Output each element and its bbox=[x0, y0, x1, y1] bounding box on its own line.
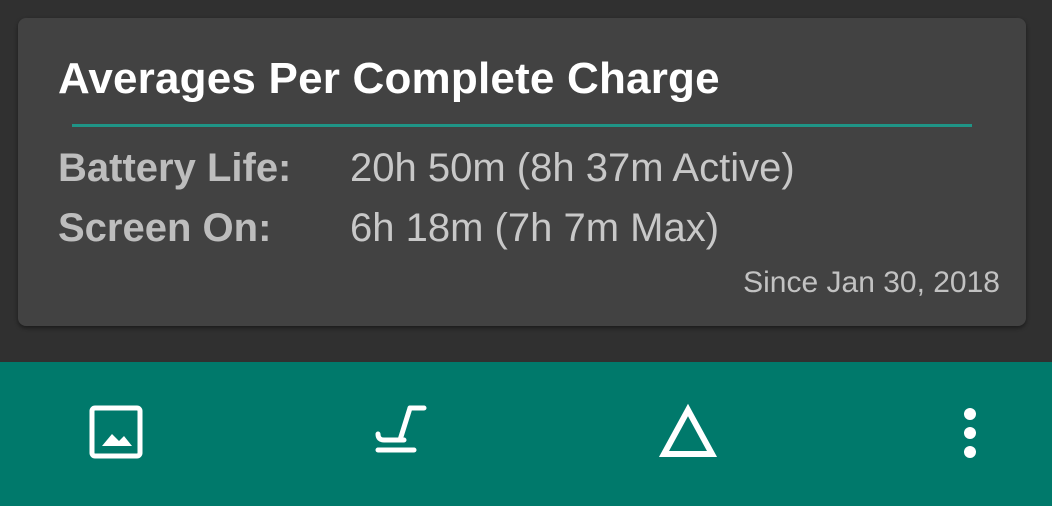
bottom-action-bar bbox=[0, 362, 1052, 506]
battery-life-value: 20h 50m (8h 37m Active) bbox=[350, 146, 795, 190]
seat-icon bbox=[375, 405, 427, 453]
image-icon bbox=[89, 405, 143, 459]
card-title: Averages Per Complete Charge bbox=[58, 54, 720, 103]
screen-on-label: Screen On: bbox=[58, 206, 272, 250]
delta-button[interactable] bbox=[656, 400, 720, 464]
averages-card: Averages Per Complete Charge Battery Lif… bbox=[18, 18, 1026, 326]
since-date: Since Jan 30, 2018 bbox=[743, 266, 1000, 299]
more-vert-icon bbox=[964, 408, 976, 458]
title-divider bbox=[72, 124, 972, 127]
screen-on-value: 6h 18m (7h 7m Max) bbox=[350, 206, 720, 250]
image-button[interactable] bbox=[84, 400, 148, 464]
seat-button[interactable] bbox=[370, 400, 434, 464]
battery-life-label: Battery Life: bbox=[58, 146, 292, 190]
delta-icon bbox=[658, 403, 718, 457]
app-screen: Averages Per Complete Charge Battery Lif… bbox=[0, 0, 1052, 506]
more-options-button[interactable] bbox=[938, 400, 1002, 464]
